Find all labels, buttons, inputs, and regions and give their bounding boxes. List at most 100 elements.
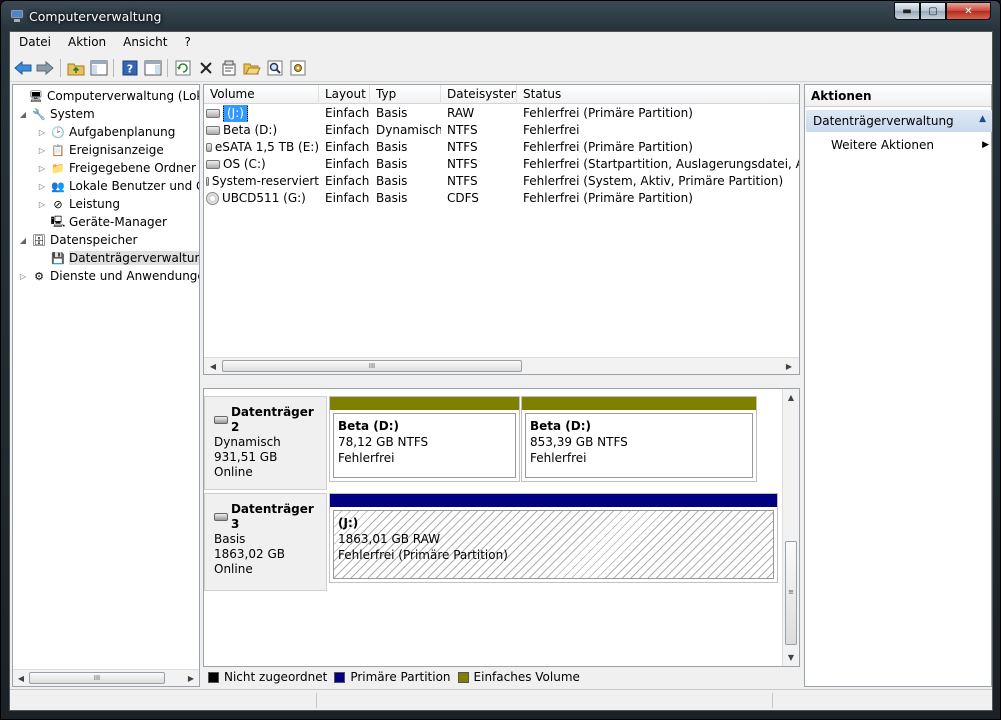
- collapsed-arrow-icon[interactable]: ▷: [37, 200, 47, 209]
- cell-status: Fehlerfrei (Primäre Partition): [523, 106, 693, 120]
- scroll-right-arrow-icon[interactable]: ▶: [185, 672, 197, 684]
- tree-item-label: Geräte-Manager: [69, 215, 167, 229]
- table-row[interactable]: Beta (D:) Einfach Dynamisch NTFS Fehlerfrei: [204, 122, 799, 139]
- cell-layout: Einfach: [325, 191, 370, 205]
- delete-icon[interactable]: [196, 58, 216, 78]
- help-icon[interactable]: ?: [120, 58, 140, 78]
- actions-pane: Aktionen Datenträgerverwaltung ▲ Weitere…: [804, 84, 992, 687]
- scroll-left-arrow-icon[interactable]: ◀: [15, 672, 27, 684]
- volume-name: eSATA 1,5 TB (E:): [214, 140, 319, 154]
- expanded-arrow-icon[interactable]: ◢: [18, 110, 28, 119]
- menu-help[interactable]: ?: [175, 32, 198, 53]
- refresh-icon[interactable]: [173, 58, 193, 78]
- disk-size: 1863,02 GB: [214, 547, 285, 561]
- tree-item-label: Freigegebene Ordner: [69, 161, 196, 175]
- cell-status: Fehlerfrei (System, Aktiv, Primäre Parti…: [523, 174, 784, 188]
- collapsed-arrow-icon[interactable]: ▷: [37, 128, 47, 137]
- properties-pane-icon[interactable]: [143, 58, 163, 78]
- tree-item[interactable]: ▷ 📋 Ereignisanzeige: [37, 141, 164, 159]
- tree-node-icon: 👥: [51, 179, 65, 193]
- column-typ[interactable]: Typ: [370, 85, 441, 104]
- toolbar-separator: [60, 59, 61, 77]
- close-button[interactable]: ✕: [946, 2, 991, 20]
- collapsed-arrow-icon[interactable]: ▷: [18, 272, 28, 281]
- search-icon[interactable]: [265, 58, 285, 78]
- collapse-arrow-icon[interactable]: ▲: [979, 114, 986, 132]
- tree-horizontal-scrollbar[interactable]: ◀ III ▶: [13, 669, 199, 686]
- tree-item[interactable]: ◢ 🗄 Datenspeicher: [18, 231, 137, 249]
- volume-list-horizontal-scrollbar[interactable]: ◀ III ▶: [204, 357, 799, 374]
- volume-list: Volume Layout Typ Dateisystem Status (J:…: [203, 84, 800, 375]
- tree-item-label: Ereignisanzeige: [69, 143, 164, 157]
- tree-item[interactable]: 🖳 Geräte-Manager: [37, 213, 167, 231]
- tree-item[interactable]: 🖥 Computerverwaltung (Lokal): [15, 87, 199, 105]
- partition-block[interactable]: (J:) 1863,01 GB RAW Fehlerfrei (Primäre Pa…: [329, 493, 778, 583]
- maximize-button[interactable]: ▢: [920, 2, 946, 20]
- scroll-left-arrow-icon[interactable]: ◀: [207, 360, 219, 372]
- expanded-arrow-icon[interactable]: ◢: [18, 236, 28, 245]
- table-row[interactable]: OS (C:) Einfach Basis NTFS Fehlerfrei (Start…: [204, 156, 799, 173]
- collapsed-arrow-icon[interactable]: ▷: [37, 182, 47, 191]
- tree-item[interactable]: ▷ ⚙ Dienste und Anwendungen: [18, 267, 199, 285]
- scroll-down-arrow-icon[interactable]: ▼: [785, 651, 797, 663]
- hard-disk-icon: [214, 513, 228, 521]
- submenu-arrow-icon: ▶: [982, 140, 989, 150]
- cd-drive-icon: [206, 192, 219, 205]
- column-volume[interactable]: Volume: [204, 85, 319, 104]
- table-row[interactable]: UBCD511 (G:) Einfach Basis CDFS Fehlerfrei (…: [204, 190, 799, 207]
- collapsed-arrow-icon[interactable]: ▷: [37, 146, 47, 155]
- actions-section-datentraegerverwaltung[interactable]: Datenträgerverwaltung ▲: [806, 110, 992, 132]
- menu-datei[interactable]: Datei: [10, 32, 59, 53]
- more-actions-item[interactable]: Weitere Aktionen ▶: [831, 135, 989, 155]
- disk-type: Basis: [214, 532, 246, 546]
- tree-item-label: Datenträgerverwaltung: [69, 251, 199, 265]
- volume-list-header: Volume Layout Typ Dateisystem Status: [204, 85, 799, 104]
- disk-view-vertical-scrollbar[interactable]: ▲ ≡ ▼: [782, 389, 799, 666]
- forward-arrow-icon[interactable]: [35, 58, 55, 78]
- scroll-right-arrow-icon[interactable]: ▶: [783, 360, 795, 372]
- minimize-button[interactable]: ▬: [894, 2, 920, 20]
- tree-item[interactable]: ▷ 👥 Lokale Benutzer und Gruppen: [37, 177, 199, 195]
- tree-item-label: Aufgabenplanung: [69, 125, 176, 139]
- partition-details: Beta (D:) 78,12 GB NTFS Fehlerfrei: [333, 413, 516, 478]
- disk-info[interactable]: Datenträger 3 Basis 1863,02 GB Online: [204, 493, 327, 591]
- cell-volume: System-reserviert: [204, 173, 319, 190]
- disk-graphical-view: Datenträger 2 Dynamisch 931,51 GB Online Bet…: [203, 388, 800, 667]
- scroll-thumb[interactable]: III: [222, 360, 522, 372]
- scroll-up-arrow-icon[interactable]: ▲: [785, 391, 797, 403]
- table-row[interactable]: eSATA 1,5 TB (E:) Einfach Basis NTFS Fehlerf…: [204, 139, 799, 156]
- menu-aktion[interactable]: Aktion: [59, 32, 114, 53]
- legend-label: Nicht zugeordnet: [224, 670, 328, 684]
- disk-info[interactable]: Datenträger 2 Dynamisch 931,51 GB Online: [204, 396, 327, 490]
- partition-block[interactable]: Beta (D:) 78,12 GB NTFS Fehlerfrei: [329, 396, 520, 482]
- table-row[interactable]: System-reserviert Einfach Basis NTFS Fehlerf…: [204, 173, 799, 190]
- column-layout[interactable]: Layout: [319, 85, 370, 104]
- tree-item[interactable]: ◢ 🔧 System: [18, 105, 95, 123]
- status-divider: [772, 693, 773, 708]
- settings-icon[interactable]: [288, 58, 308, 78]
- toolbar: ?: [10, 54, 992, 82]
- column-dateisystem[interactable]: Dateisystem: [441, 85, 517, 104]
- up-folder-icon[interactable]: [66, 58, 86, 78]
- table-row[interactable]: (J:) Einfach Basis RAW Fehlerfrei (Primäre P…: [204, 105, 799, 122]
- tree-item[interactable]: 💾 Datenträgerverwaltung: [37, 249, 199, 267]
- tree-item[interactable]: ▷ 📁 Freigegebene Ordner: [37, 159, 196, 177]
- title-bar[interactable]: Computerverwaltung ▬ ▢ ✕: [1, 1, 1000, 31]
- scroll-thumb[interactable]: ≡: [785, 541, 797, 645]
- partition-details: (J:) 1863,01 GB RAW Fehlerfrei (Primäre Pa…: [333, 510, 774, 579]
- scroll-thumb[interactable]: III: [29, 672, 165, 684]
- back-arrow-icon[interactable]: [13, 58, 33, 78]
- tree-item[interactable]: ▷ 🕑 Aufgabenplanung: [37, 123, 175, 141]
- partition-name: Beta (D:): [338, 419, 400, 433]
- properties-icon[interactable]: [219, 58, 239, 78]
- partition-block[interactable]: Beta (D:) 853,39 GB NTFS Fehlerfrei: [521, 396, 757, 482]
- column-status[interactable]: Status: [517, 85, 799, 104]
- tree-node-icon: 🔧: [32, 107, 46, 121]
- menu-ansicht[interactable]: Ansicht: [114, 32, 175, 53]
- open-icon[interactable]: [242, 58, 262, 78]
- cell-status: Fehlerfrei: [523, 123, 580, 137]
- show-hide-tree-icon[interactable]: [89, 58, 109, 78]
- collapsed-arrow-icon[interactable]: ▷: [37, 164, 47, 173]
- hard-disk-icon: [214, 416, 228, 424]
- tree-item[interactable]: ▷ ⊘ Leistung: [37, 195, 120, 213]
